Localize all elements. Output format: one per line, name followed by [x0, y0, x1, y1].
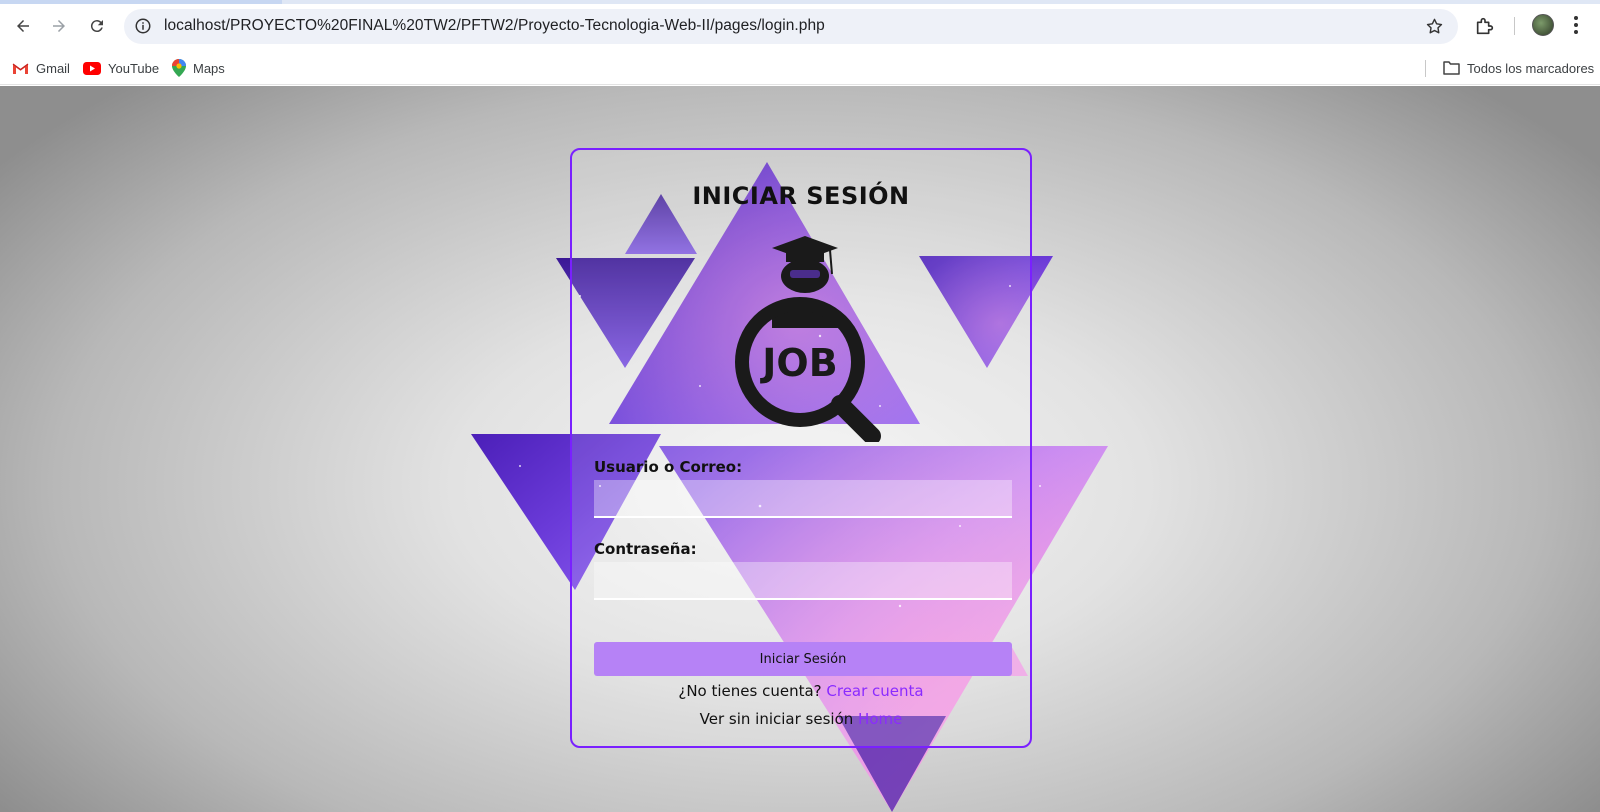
password-label: Contraseña: [594, 540, 697, 558]
login-submit-button[interactable]: Iniciar Sesión [594, 642, 1012, 676]
bookmark-youtube[interactable]: YouTube [83, 57, 159, 79]
no-account-text: ¿No tienes cuenta? [678, 682, 822, 700]
logo-text: JOB [759, 341, 837, 385]
tab-strip [0, 0, 1600, 4]
gmail-icon [12, 63, 29, 74]
password-input[interactable] [594, 562, 1012, 600]
address-bar[interactable]: localhost/PROYECTO%20FINAL%20TW2/PFTW2/P… [124, 9, 1458, 44]
menu-kebab-icon[interactable] [1572, 14, 1580, 36]
username-input[interactable] [594, 480, 1012, 518]
bookmark-gmail[interactable]: Gmail [12, 57, 70, 79]
bookmarks-bar: Gmail YouTube Maps Todos los marcadores [0, 52, 1600, 85]
forward-button[interactable] [45, 12, 73, 40]
youtube-icon [83, 61, 101, 75]
toolbar-separator [1514, 17, 1515, 35]
folder-icon [1443, 61, 1460, 75]
bookmark-label: YouTube [108, 60, 160, 76]
login-card: INICIAR SESIÓN JOB Usuario o Correo: Con… [570, 148, 1032, 748]
maps-icon [172, 59, 186, 77]
back-arrow-icon [17, 20, 29, 32]
login-page: INICIAR SESIÓN JOB Usuario o Correo: Con… [0, 86, 1600, 812]
url-text[interactable]: localhost/PROYECTO%20FINAL%20TW2/PFTW2/P… [164, 17, 825, 35]
bookmark-label: Maps [193, 60, 225, 76]
browser-toolbar: localhost/PROYECTO%20FINAL%20TW2/PFTW2/P… [0, 0, 1600, 52]
reload-button[interactable] [83, 12, 111, 40]
site-info-icon[interactable] [134, 17, 152, 35]
all-bookmarks-button[interactable]: Todos los marcadores [1443, 57, 1594, 79]
bookmark-star-icon[interactable] [1425, 17, 1444, 36]
profile-avatar[interactable] [1532, 14, 1554, 36]
active-tab-indicator [0, 0, 282, 4]
extensions-puzzle-icon[interactable] [1474, 15, 1496, 37]
login-title: INICIAR SESIÓN [692, 182, 910, 210]
create-account-line: ¿No tienes cuenta? Crear cuenta [572, 682, 1030, 700]
bookmark-maps[interactable]: Maps [172, 57, 225, 79]
forward-arrow-icon [53, 20, 65, 32]
guest-access-line: Ver sin iniciar sesión Home [572, 710, 1030, 728]
reload-icon [90, 20, 103, 33]
bookmark-label: Gmail [36, 60, 70, 76]
job-search-graduate-icon: JOB [735, 236, 881, 442]
guest-text: Ver sin iniciar sesión [699, 710, 854, 728]
home-link[interactable]: Home [858, 710, 902, 728]
bookmarks-separator [1425, 60, 1426, 77]
username-label: Usuario o Correo: [594, 458, 743, 476]
create-account-link[interactable]: Crear cuenta [826, 682, 923, 700]
all-bookmarks-label: Todos los marcadores [1467, 60, 1595, 76]
back-button[interactable] [9, 12, 37, 40]
